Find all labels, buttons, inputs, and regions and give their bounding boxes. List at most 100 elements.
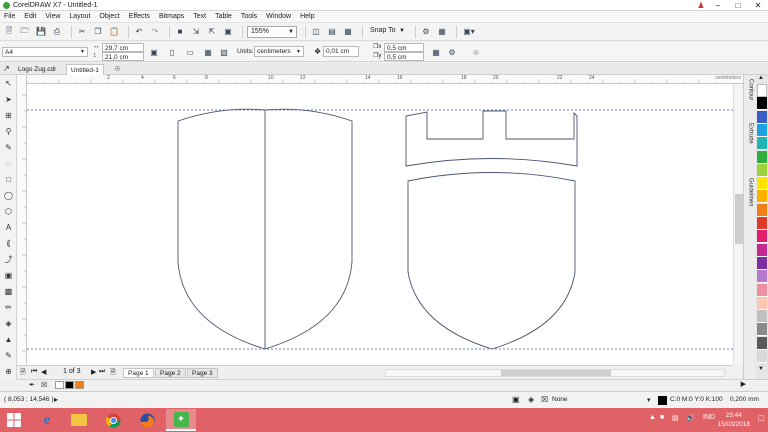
palette-swatch[interactable]	[757, 256, 767, 270]
new-tab-icon[interactable]: ⊕	[114, 64, 121, 73]
smart-fill-tool-icon[interactable]: ▲	[3, 334, 14, 345]
add-tool-icon[interactable]: ⊕	[3, 366, 14, 377]
palette-swatch[interactable]	[757, 163, 767, 177]
horizontal-ruler[interactable]: 2 4 6 8 10 12 14 16 18 20 22 24 centimet…	[27, 75, 743, 84]
horizontal-scrollbar[interactable]	[385, 369, 725, 377]
portrait-icon[interactable]: ▯	[166, 46, 178, 58]
page-width-field[interactable]: 29,7 cm	[102, 43, 144, 52]
chrome-icon[interactable]	[98, 409, 128, 431]
search-content-icon[interactable]: ■	[174, 26, 186, 38]
menu-object[interactable]: Object	[99, 13, 119, 20]
vertical-ruler[interactable]	[17, 75, 27, 365]
doc-tab-untitled-1[interactable]: Untitled-1	[66, 64, 104, 75]
crop-tool-icon[interactable]: ⊞	[3, 110, 14, 121]
pick-tool-icon[interactable]: ↖	[3, 78, 14, 89]
eyedropper-icon[interactable]: ✒	[29, 381, 35, 389]
menu-layout[interactable]: Layout	[69, 13, 90, 20]
palette-swatch[interactable]	[757, 203, 767, 217]
network-icon[interactable]: ▤	[672, 414, 679, 422]
current-page-icon[interactable]: ▦	[202, 46, 214, 58]
show-rulers-icon[interactable]: ▤	[326, 26, 338, 38]
palette-swatch[interactable]	[757, 243, 767, 257]
vertical-scrollbar[interactable]	[733, 84, 743, 365]
palette-swatch[interactable]	[757, 310, 767, 324]
palette-swatch[interactable]	[757, 84, 767, 97]
outline-pen-icon[interactable]: ✎	[3, 350, 14, 361]
page-tab-3[interactable]: Page 3	[187, 368, 218, 378]
drawing-canvas[interactable]	[27, 84, 733, 365]
menu-window[interactable]: Window	[266, 13, 291, 20]
shield-right-crown[interactable]	[405, 110, 578, 167]
maximize-button[interactable]: □	[728, 0, 748, 11]
rectangle-tool-icon[interactable]: □	[3, 174, 14, 185]
doc-tab-logo-zug[interactable]: Logo Zug.cdr	[14, 64, 60, 75]
palette-swatch[interactable]	[757, 137, 767, 151]
smart-fill-icon[interactable]: ◌	[3, 158, 14, 169]
polygon-tool-icon[interactable]: ⬡	[3, 206, 14, 217]
coreldraw-taskbar-icon[interactable]: ✦	[166, 409, 196, 431]
user-account-icon[interactable]: ♟	[694, 0, 708, 11]
fill-properties-icon[interactable]: ▣	[512, 395, 520, 404]
show-grid-icon[interactable]: ▦	[342, 26, 354, 38]
interactive-fill-icon[interactable]: ◈	[3, 318, 14, 329]
save-icon[interactable]: 💾	[35, 26, 47, 38]
vertical-scroll-thumb[interactable]	[735, 194, 743, 244]
page-height-field[interactable]: 21,0 cm	[102, 52, 144, 61]
palette-swatch[interactable]	[757, 296, 767, 310]
start-button[interactable]	[2, 410, 26, 430]
add-icon[interactable]: ⊕	[470, 46, 482, 58]
palette-swatch[interactable]	[757, 350, 767, 363]
full-screen-preview-icon[interactable]: ◫	[310, 26, 322, 38]
shield-right-body[interactable]	[407, 172, 576, 350]
first-page-icon[interactable]: ⏮	[31, 368, 37, 376]
menu-table[interactable]: Table	[215, 13, 232, 20]
palette-swatch[interactable]	[757, 230, 767, 244]
internet-explorer-icon[interactable]: e	[32, 409, 62, 431]
notifications-icon[interactable]: □	[759, 413, 764, 423]
ellipse-tool-icon[interactable]: ◯	[3, 190, 14, 201]
redo-icon[interactable]: ↷	[149, 26, 161, 38]
transparency-tool-icon[interactable]: ▩	[3, 286, 14, 297]
nudge-distance-field[interactable]: 0,01 cm	[323, 46, 359, 57]
zoom-level-dropdown[interactable]: 155% ▼	[247, 25, 297, 38]
status-expand-icon[interactable]: ▸	[54, 395, 58, 404]
new-document-icon[interactable]: 🗎	[3, 26, 15, 38]
horizontal-scroll-thumb[interactable]	[501, 370, 611, 376]
menu-tools[interactable]: Tools	[241, 13, 257, 20]
previous-page-icon[interactable]: ◀	[41, 368, 46, 376]
copy-icon[interactable]: ❐	[92, 26, 104, 38]
tray-expand-icon[interactable]: ▲	[649, 414, 656, 421]
cut-icon[interactable]: ✂	[76, 26, 88, 38]
undo-icon[interactable]: ↶	[133, 26, 145, 38]
duplicate-y-field[interactable]: 0,5 cm	[384, 52, 424, 61]
tray-app-icon[interactable]: ■	[660, 414, 664, 421]
minimize-button[interactable]: –	[708, 0, 728, 11]
language-indicator[interactable]: IND	[703, 414, 715, 421]
add-page-icon[interactable]: 🗎	[110, 368, 116, 379]
palette-scroll-up-icon[interactable]: ▲	[758, 75, 764, 81]
palette-swatch[interactable]	[757, 123, 767, 137]
volume-icon[interactable]: 🔊	[686, 414, 695, 422]
landscape-icon[interactable]: ▭	[184, 46, 196, 58]
outline-color-swatch[interactable]	[658, 396, 667, 405]
document-page-icon[interactable]: 🗎	[20, 368, 26, 379]
facing-pages-icon[interactable]: ▧	[218, 46, 230, 58]
document-palette-swatch[interactable]	[65, 381, 74, 389]
publish-pdf-icon[interactable]: ▣	[222, 26, 234, 38]
import-icon[interactable]: ⇲	[190, 26, 202, 38]
freehand-tool-icon[interactable]: ✎	[3, 142, 14, 153]
menu-edit[interactable]: Edit	[24, 13, 36, 20]
page-size-dropdown[interactable]: A4 ▼	[2, 47, 88, 57]
palette-swatch[interactable]	[757, 110, 767, 124]
palette-swatch[interactable]	[757, 283, 767, 297]
palette-swatch[interactable]	[757, 336, 767, 350]
zoom-tool-icon[interactable]: ⚲	[3, 126, 14, 137]
palette-swatch[interactable]	[757, 97, 767, 111]
menu-bitmaps[interactable]: Bitmaps	[159, 13, 184, 20]
menu-effects[interactable]: Effects	[129, 13, 150, 20]
docker-tab-guidelines[interactable]: Guidelines	[745, 178, 756, 206]
close-button[interactable]: ✕	[748, 0, 768, 11]
page-tab-2[interactable]: Page 2	[155, 368, 186, 378]
application-launcher-icon[interactable]: ▦	[436, 26, 448, 38]
open-icon[interactable]: 🗁	[19, 26, 31, 38]
